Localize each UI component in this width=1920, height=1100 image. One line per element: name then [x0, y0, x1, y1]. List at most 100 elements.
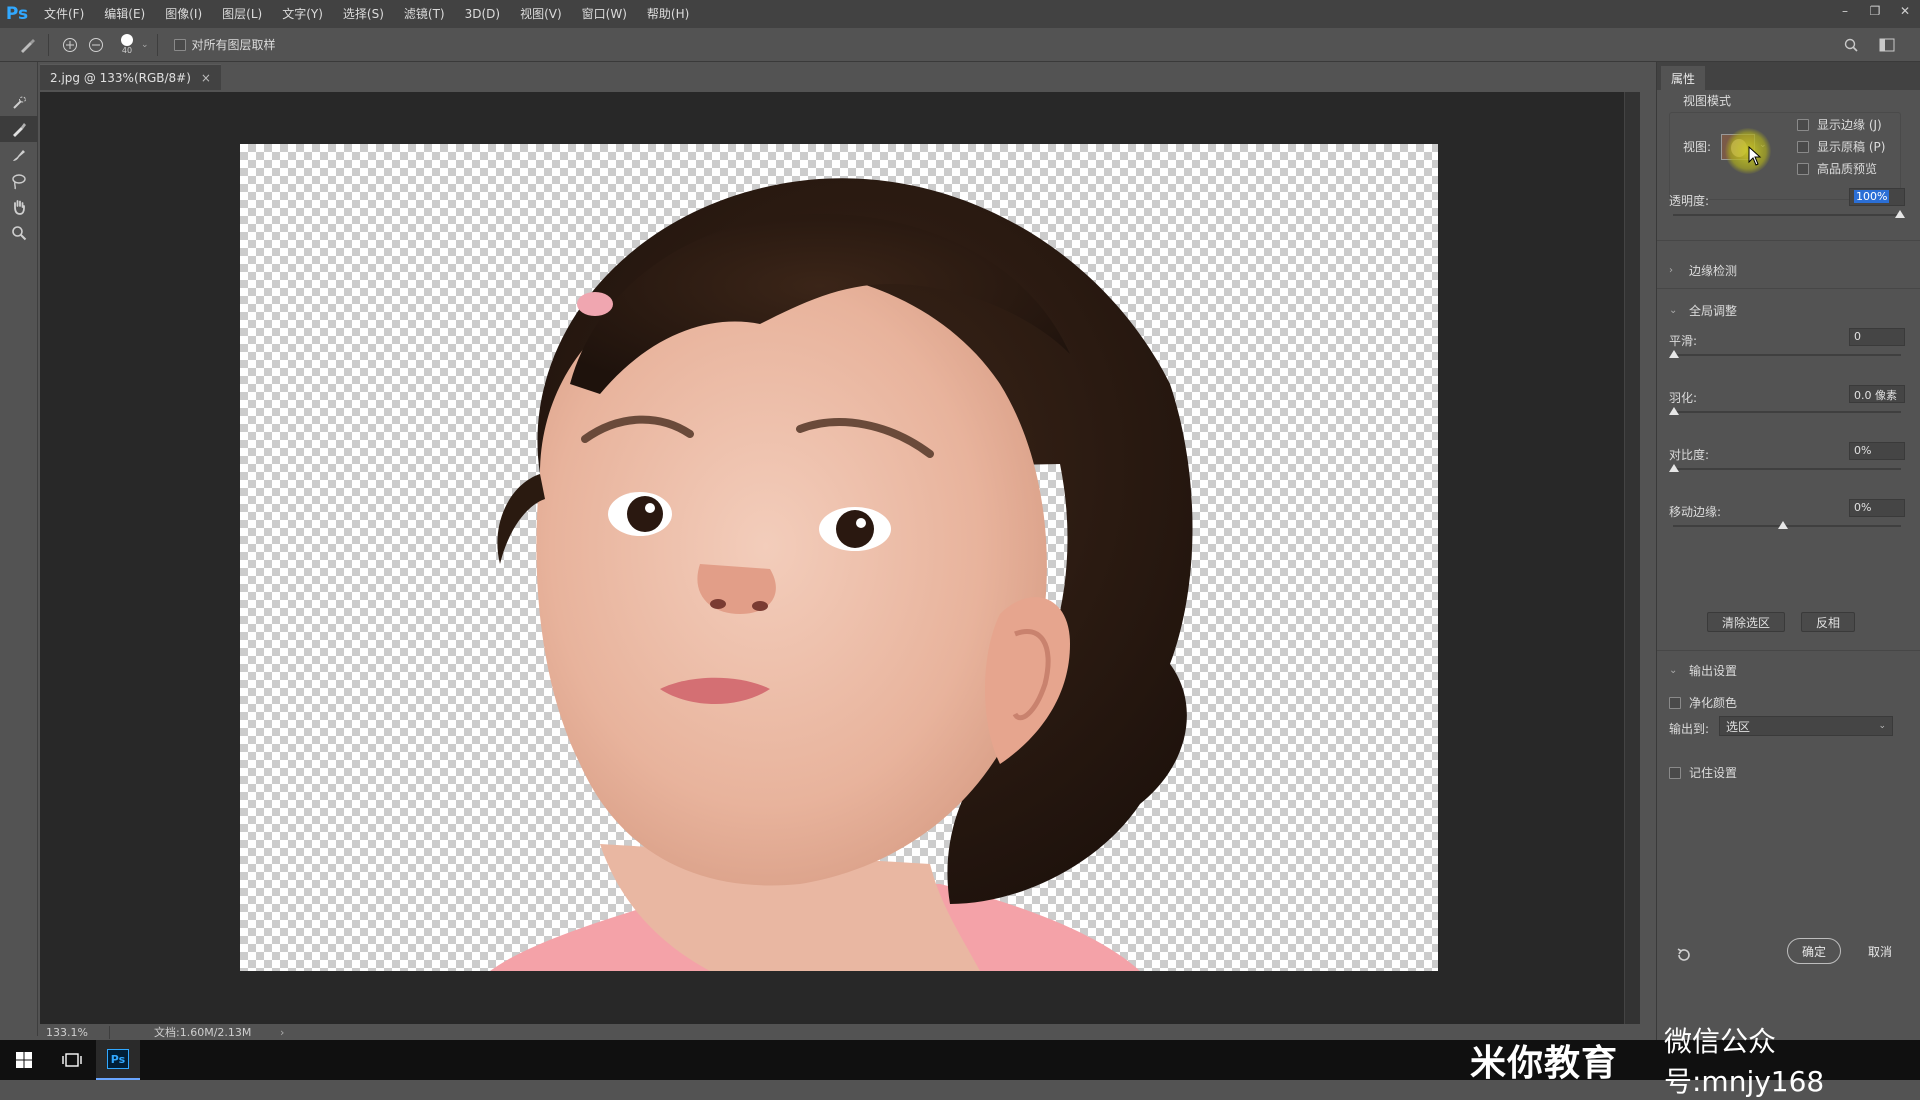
contrast-field[interactable]: 0%: [1849, 442, 1905, 460]
checkbox-box[interactable]: [1797, 162, 1809, 175]
canvas-workspace[interactable]: [40, 92, 1640, 1024]
menu-3d[interactable]: 3D(D): [455, 0, 510, 28]
properties-panel: 属性 视图模式 视图: ⌄ 显示边缘 (J) 显示原稿 (P) 高品质预览 透明…: [1656, 62, 1920, 1040]
output-settings-section[interactable]: ⌄ 输出设置: [1669, 662, 1737, 679]
document-tab[interactable]: 2.jpg @ 133%(RGB/8#) ×: [40, 64, 221, 90]
vertical-scrollbar[interactable]: [1624, 92, 1640, 1024]
slider-track[interactable]: [1673, 468, 1901, 470]
chevron-down-icon[interactable]: ⌄: [141, 40, 149, 50]
close-icon[interactable]: ×: [201, 71, 211, 85]
document-tab-title: 2.jpg @ 133%(RGB/8#): [50, 70, 191, 85]
menu-help[interactable]: 帮助(H): [637, 0, 699, 28]
checkbox-box[interactable]: [1797, 140, 1809, 153]
show-original-label: 显示原稿 (P): [1817, 140, 1886, 154]
child-portrait-image: [490, 178, 1193, 971]
refine-brush-tool-icon[interactable]: [14, 34, 40, 56]
brush-size-picker[interactable]: 40: [115, 34, 139, 55]
slider-thumb[interactable]: [1895, 210, 1905, 218]
menu-type[interactable]: 文字(Y): [272, 0, 333, 28]
zoom-level[interactable]: 133.1%: [40, 1025, 110, 1039]
menu-edit[interactable]: 编辑(E): [94, 0, 155, 28]
feather-slider[interactable]: 羽化: 0.0 像素: [1669, 385, 1905, 415]
slider-thumb[interactable]: [1669, 350, 1679, 358]
shift-edge-field[interactable]: 0%: [1849, 499, 1905, 517]
quick-selection-tool-icon[interactable]: [0, 90, 38, 116]
feather-field[interactable]: 0.0 像素: [1849, 385, 1905, 403]
ok-button[interactable]: 确定: [1787, 938, 1841, 964]
options-bar: 40 ⌄ 对所有图层取样: [0, 28, 1920, 62]
sample-all-layers-label: 对所有图层取样: [191, 38, 276, 52]
taskbar-photoshop-app[interactable]: Ps: [96, 1040, 140, 1080]
smooth-field[interactable]: 0: [1849, 328, 1905, 346]
global-refine-title: 全局调整: [1689, 304, 1738, 318]
refine-edge-brush-icon[interactable]: [0, 116, 38, 142]
menu-layer[interactable]: 图层(L): [212, 0, 272, 28]
checkbox-box[interactable]: [1797, 118, 1809, 131]
output-to-label: 输出到:: [1669, 722, 1710, 736]
document-canvas[interactable]: [240, 144, 1438, 971]
minimize-button[interactable]: –: [1830, 0, 1860, 22]
remember-settings-checkbox[interactable]: 记住设置: [1669, 764, 1737, 781]
slider-track[interactable]: [1673, 411, 1901, 413]
subtract-mode-icon[interactable]: [83, 34, 109, 56]
invert-button[interactable]: 反相: [1801, 612, 1855, 632]
menu-view[interactable]: 视图(V): [510, 0, 572, 28]
task-view-icon[interactable]: [48, 1040, 96, 1080]
opacity-value: 100%: [1854, 190, 1890, 203]
sample-all-layers-checkbox[interactable]: 对所有图层取样: [173, 36, 276, 53]
close-button[interactable]: ✕: [1890, 0, 1920, 22]
global-refine-section[interactable]: ⌄ 全局调整: [1669, 302, 1737, 319]
slider-track[interactable]: [1673, 354, 1901, 356]
divider: [1657, 650, 1920, 651]
output-settings-title: 输出设置: [1689, 664, 1738, 678]
show-edge-checkbox[interactable]: 显示边缘 (J): [1797, 116, 1882, 133]
slider-thumb[interactable]: [1778, 521, 1788, 529]
tab-properties[interactable]: 属性: [1661, 66, 1706, 90]
shift-edge-slider[interactable]: 移动边缘: 0%: [1669, 499, 1905, 529]
checkbox-box[interactable]: [1669, 696, 1681, 709]
show-original-checkbox[interactable]: 显示原稿 (P): [1797, 138, 1885, 155]
clear-selection-button[interactable]: 清除选区: [1707, 612, 1785, 632]
document-info: 文档:1.60M/2.13M: [154, 1026, 252, 1039]
brush-tool-icon[interactable]: [0, 142, 38, 168]
workspace-icon[interactable]: [1874, 34, 1900, 56]
slider-track[interactable]: [1673, 214, 1901, 216]
windows-start-icon[interactable]: [0, 1040, 48, 1080]
tools-panel: [0, 62, 38, 1036]
reset-icon[interactable]: [1675, 946, 1693, 968]
slider-thumb[interactable]: [1669, 464, 1679, 472]
menu-window[interactable]: 窗口(W): [572, 0, 637, 28]
output-to-select[interactable]: 选区 ⌄: [1719, 716, 1893, 736]
high-quality-preview-checkbox[interactable]: 高品质预览: [1797, 160, 1877, 177]
brush-size-value: 40: [121, 46, 133, 55]
lasso-tool-icon[interactable]: [0, 168, 38, 194]
separator: [48, 33, 49, 56]
chevron-down-icon[interactable]: ⌄: [1669, 305, 1677, 316]
search-icon[interactable]: [1838, 34, 1864, 56]
menu-filter[interactable]: 滤镜(T): [394, 0, 455, 28]
slider-thumb[interactable]: [1669, 407, 1679, 415]
checkbox-box[interactable]: [173, 38, 186, 51]
edge-detection-section[interactable]: › 边缘检测: [1669, 262, 1737, 279]
status-menu-arrow[interactable]: ›: [280, 1026, 284, 1039]
chevron-down-icon[interactable]: ⌄: [1669, 665, 1677, 676]
zoom-tool-icon[interactable]: [0, 220, 38, 246]
menu-file[interactable]: 文件(F): [34, 0, 94, 28]
photoshop-logo: Ps: [5, 4, 29, 24]
smooth-slider[interactable]: 平滑: 0: [1669, 328, 1905, 358]
menu-image[interactable]: 图像(I): [155, 0, 212, 28]
restore-button[interactable]: ❐: [1860, 0, 1890, 22]
chevron-right-icon[interactable]: ›: [1669, 265, 1677, 276]
edge-detection-title: 边缘检测: [1689, 264, 1738, 278]
opacity-field[interactable]: 100%: [1849, 188, 1905, 206]
show-edge-label: 显示边缘 (J): [1817, 118, 1882, 132]
menu-bar: Ps 文件(F) 编辑(E) 图像(I) 图层(L) 文字(Y) 选择(S) 滤…: [0, 0, 1920, 28]
decontaminate-checkbox[interactable]: 净化颜色: [1669, 694, 1737, 711]
cancel-button[interactable]: 取消: [1853, 938, 1907, 964]
add-mode-icon[interactable]: [57, 34, 83, 56]
hand-tool-icon[interactable]: [0, 194, 38, 220]
contrast-slider[interactable]: 对比度: 0%: [1669, 442, 1905, 472]
opacity-slider[interactable]: 透明度: 100%: [1669, 188, 1905, 218]
checkbox-box[interactable]: [1669, 766, 1681, 779]
menu-select[interactable]: 选择(S): [333, 0, 394, 28]
